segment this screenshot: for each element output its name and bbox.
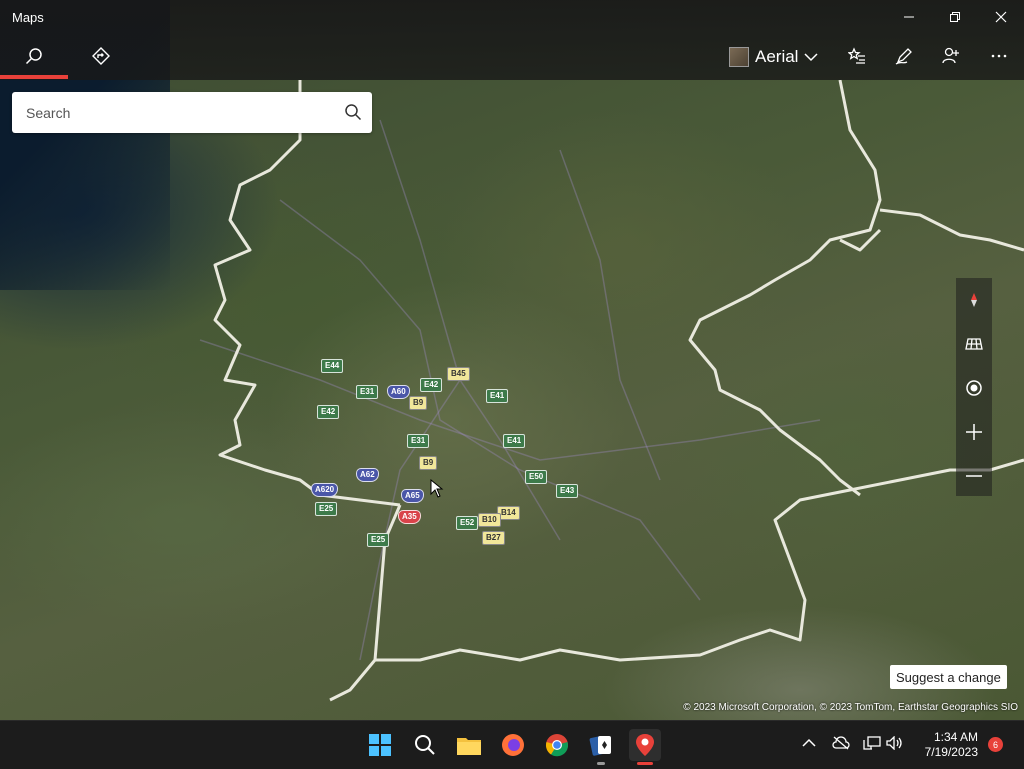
road-shield: E44	[321, 359, 344, 373]
cards-icon	[589, 736, 611, 756]
network-icon	[863, 736, 881, 750]
onedrive-button[interactable]	[832, 735, 850, 751]
road-shield: A60	[387, 385, 410, 399]
account-button[interactable]	[939, 44, 963, 68]
map-pin-icon	[636, 734, 654, 756]
locate-me-button[interactable]	[956, 370, 992, 406]
plus-icon	[966, 424, 982, 440]
map-style-dropdown[interactable]: Aerial	[729, 44, 818, 70]
road-shield: E31	[407, 434, 430, 448]
aerial-thumbnail	[729, 47, 749, 67]
start-button[interactable]	[364, 729, 396, 761]
search-tab-button[interactable]	[22, 44, 46, 68]
grid-3d-icon	[965, 338, 983, 350]
maximize-button[interactable]	[939, 6, 971, 28]
favorites-list-icon	[848, 47, 865, 64]
cloud-off-icon	[832, 736, 850, 750]
show-hidden-icons-button[interactable]	[801, 735, 817, 751]
minimize-icon	[904, 16, 914, 18]
app-title: Maps	[12, 10, 44, 25]
chevron-down-icon	[804, 53, 818, 62]
volume-button[interactable]	[886, 735, 904, 751]
taskbar-search-button[interactable]	[409, 729, 441, 761]
directions-icon	[92, 47, 110, 65]
map-style-label: Aerial	[755, 47, 799, 66]
search-submit-button[interactable]	[344, 103, 362, 126]
pen-icon	[895, 48, 912, 65]
tilt-button[interactable]	[956, 326, 992, 362]
windows-icon	[369, 734, 391, 756]
chevron-up-icon	[802, 738, 816, 747]
road-shield: A65	[401, 489, 424, 503]
speaker-icon	[886, 736, 902, 750]
clock-date: 7/19/2023	[924, 745, 978, 759]
running-indicator	[597, 762, 605, 765]
road-shield: E41	[503, 434, 526, 448]
add-person-icon	[942, 47, 959, 64]
notification-badge[interactable]: 6	[988, 737, 1003, 752]
compass-button[interactable]	[956, 282, 992, 318]
mouse-cursor-icon	[430, 479, 444, 498]
chrome-button[interactable]	[541, 729, 573, 761]
map-controls	[956, 278, 992, 496]
ink-button[interactable]	[892, 44, 916, 68]
road-shield: B9	[409, 396, 428, 410]
network-button[interactable]	[863, 735, 881, 751]
restore-icon	[950, 12, 960, 22]
road-shield: E42	[317, 405, 340, 419]
clock[interactable]: 1:34 AM 7/19/2023	[920, 730, 978, 760]
search-icon	[25, 48, 42, 65]
solitaire-button[interactable]	[585, 729, 617, 765]
road-shield: B10	[478, 513, 501, 527]
road-shield: E52	[456, 516, 479, 530]
map-attribution[interactable]: © 2023 Microsoft Corporation, © 2023 Tom…	[683, 702, 1018, 713]
chrome-icon	[545, 734, 569, 757]
road-shield: E25	[367, 533, 390, 547]
search-box	[12, 92, 372, 133]
road-shield: B45	[447, 367, 470, 381]
zoom-out-button[interactable]	[956, 458, 992, 494]
road-shield: E43	[556, 484, 579, 498]
zoom-in-button[interactable]	[956, 414, 992, 450]
file-explorer-button[interactable]	[453, 729, 485, 761]
road-shield: E41	[486, 389, 509, 403]
search-icon	[345, 104, 362, 121]
road-shield: A35	[398, 510, 421, 524]
folder-icon	[457, 738, 481, 755]
close-button[interactable]	[985, 6, 1017, 28]
favorites-button[interactable]	[845, 44, 869, 68]
clock-time: 1:34 AM	[933, 730, 978, 744]
road-shield: E42	[420, 378, 443, 392]
minimize-button[interactable]	[893, 6, 925, 28]
more-options-button[interactable]	[987, 44, 1011, 68]
suggest-change-button[interactable]: Suggest a change	[890, 665, 1007, 689]
search-icon	[415, 735, 435, 755]
close-icon	[995, 11, 1007, 23]
firefox-icon	[502, 734, 524, 756]
road-shield: A620	[311, 483, 339, 497]
more-icon	[991, 54, 1007, 58]
active-app-indicator	[637, 762, 653, 765]
road-shield: A62	[356, 468, 379, 482]
taskbar: 1:34 AM 7/19/2023 6	[0, 720, 1024, 769]
search-input[interactable]	[24, 102, 328, 124]
road-shield: B27	[482, 531, 505, 545]
target-icon	[966, 380, 982, 396]
title-bar: Maps Aerial	[0, 0, 1024, 80]
directions-tab-button[interactable]	[89, 44, 113, 68]
road-shield: E25	[315, 502, 338, 516]
maps-button[interactable]	[629, 729, 661, 765]
road-shield: E31	[356, 385, 379, 399]
minus-icon	[966, 475, 982, 477]
firefox-button[interactable]	[497, 729, 529, 761]
compass-icon	[971, 293, 977, 307]
road-shield: E50	[525, 470, 548, 484]
road-shield: B9	[419, 456, 438, 470]
active-tab-indicator	[0, 75, 68, 79]
